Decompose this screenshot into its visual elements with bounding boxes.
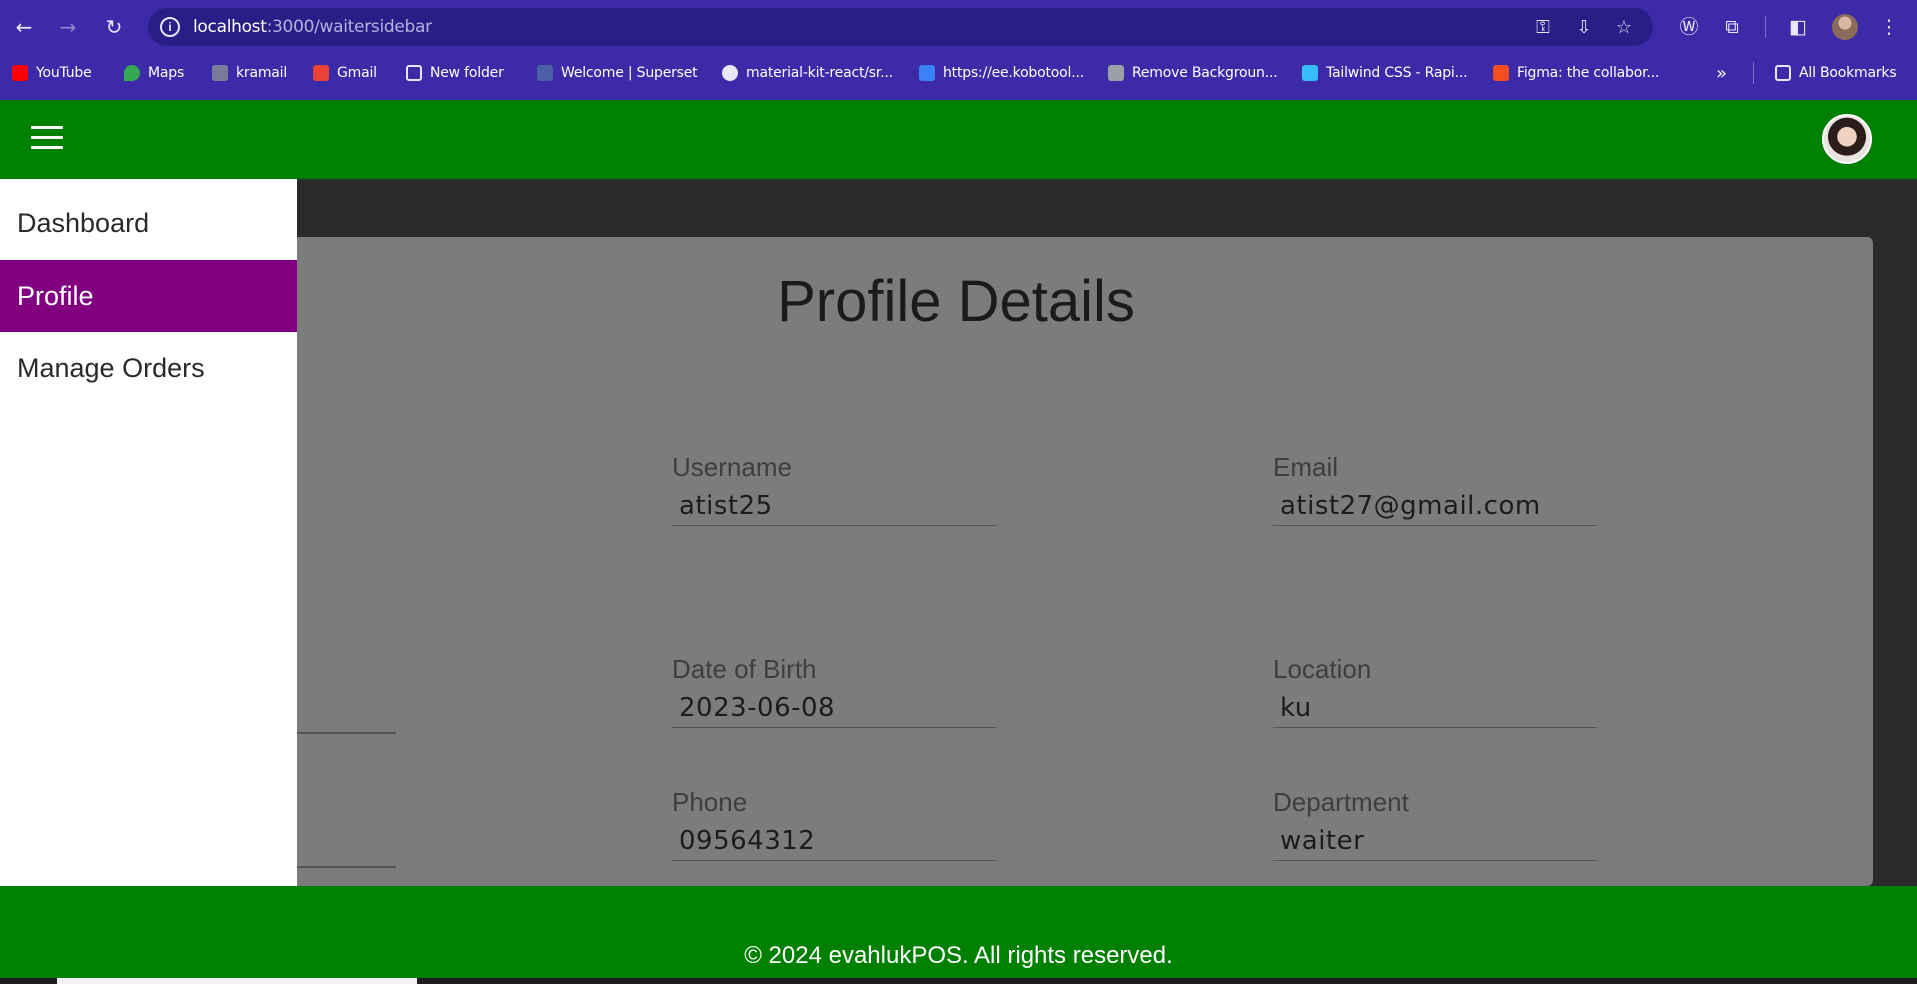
forward-icon[interactable]: → [54, 13, 82, 41]
profile-card: Profile Details Username atist25 Email a… [200, 237, 1873, 886]
bookmark-tailwind[interactable]: Tailwind CSS - Rapi... [1302, 62, 1468, 84]
dob-value[interactable]: 2023-06-08 [672, 690, 996, 728]
sidebar-item-profile[interactable]: Profile [0, 260, 297, 332]
app-footer: © 2024 evahlukPOS. All rights reserved. [0, 886, 1917, 978]
browser-menu-icon[interactable]: ⋮ [1875, 13, 1903, 41]
side-panel-icon[interactable]: ◧ [1784, 13, 1812, 41]
menu-hamburger-icon[interactable] [31, 126, 63, 152]
phone-field: Phone 09564312 [672, 787, 996, 861]
bottom-strip-highlight [57, 978, 417, 984]
youtube-icon [12, 65, 28, 81]
github-icon [722, 65, 738, 81]
extension-w-icon[interactable]: Ⓦ [1675, 13, 1703, 41]
department-label: Department [1273, 787, 1409, 817]
bookmarks-bar: YouTube Maps kramail Gmail New folder We… [0, 58, 1917, 88]
more-bookmarks-chevron-icon[interactable]: » [1716, 62, 1727, 84]
browser-toolbar: ← → ↻ i localhost:3000/waitersidebar ⚿ ⇩… [0, 0, 1917, 54]
maps-icon [124, 65, 140, 81]
bookmark-material-kit[interactable]: material-kit-react/sr... [722, 62, 893, 84]
browser-chrome: ← → ↻ i localhost:3000/waitersidebar ⚿ ⇩… [0, 0, 1917, 100]
bookmark-gmail[interactable]: Gmail [313, 62, 377, 84]
browser-profile-avatar[interactable] [1832, 14, 1858, 40]
toolbar-divider [1765, 16, 1766, 38]
location-field: Location ku [1273, 654, 1597, 728]
sidebar-item-dashboard[interactable]: Dashboard [0, 187, 297, 259]
tailwind-icon [1302, 65, 1318, 81]
field-underline-partial [296, 866, 396, 868]
sidebar-drawer: Dashboard Profile Manage Orders [0, 179, 297, 886]
location-value[interactable]: ku [1273, 690, 1597, 728]
page-title: Profile Details [777, 269, 1135, 334]
back-icon[interactable]: ← [10, 13, 38, 41]
bookmark-kramail[interactable]: kramail [212, 62, 287, 84]
department-value[interactable]: waiter [1273, 823, 1597, 861]
phone-value[interactable]: 09564312 [672, 823, 996, 861]
remove-bg-icon [1108, 65, 1124, 81]
sidebar-item-manage-orders[interactable]: Manage Orders [0, 332, 297, 404]
folder-icon [1775, 65, 1791, 81]
email-field: Email atist27@gmail.com [1273, 452, 1597, 526]
department-field: Department waiter [1273, 787, 1597, 861]
bookmarks-divider [1753, 62, 1754, 84]
gmail-icon [313, 65, 329, 81]
all-bookmarks[interactable]: All Bookmarks [1775, 62, 1897, 84]
bookmark-new-folder[interactable]: New folder [406, 62, 504, 84]
app-header [0, 100, 1917, 179]
bookmark-youtube[interactable]: YouTube [12, 62, 92, 84]
password-key-icon[interactable]: ⚿ [1530, 15, 1556, 41]
email-value[interactable]: atist27@gmail.com [1273, 488, 1597, 526]
kobotoolbox-icon [919, 65, 935, 81]
bookmark-superset[interactable]: Welcome | Superset [537, 62, 698, 84]
bookmark-star-icon[interactable]: ☆ [1611, 15, 1637, 41]
bookmark-remove-background[interactable]: Remove Backgroun... [1108, 62, 1278, 84]
dob-field: Date of Birth 2023-06-08 [672, 654, 996, 728]
figma-icon [1493, 65, 1509, 81]
url-text[interactable]: localhost:3000/waitersidebar [193, 17, 432, 37]
mail-icon [212, 65, 228, 81]
reload-icon[interactable]: ↻ [100, 13, 128, 41]
email-label: Email [1273, 452, 1339, 482]
bookmark-figma[interactable]: Figma: the collabor... [1493, 62, 1659, 84]
superset-icon [537, 65, 553, 81]
install-app-icon[interactable]: ⇩ [1571, 15, 1597, 41]
extensions-puzzle-icon[interactable]: ⧉ [1718, 13, 1746, 41]
bottom-strip [0, 978, 1917, 984]
username-value[interactable]: atist25 [672, 488, 996, 526]
dob-label: Date of Birth [672, 654, 817, 684]
phone-label: Phone [672, 787, 748, 817]
username-field: Username atist25 [672, 452, 996, 526]
site-info-icon[interactable]: i [160, 17, 180, 37]
bookmark-maps[interactable]: Maps [124, 62, 184, 84]
bookmark-kobotoolbox[interactable]: https://ee.kobotool... [919, 62, 1084, 84]
field-underline-partial [296, 732, 396, 734]
address-bar[interactable]: i localhost:3000/waitersidebar ⚿ ⇩ ☆ [148, 8, 1653, 46]
footer-copyright: © 2024 evahlukPOS. All rights reserved. [744, 942, 1173, 969]
user-avatar[interactable] [1822, 114, 1872, 164]
username-label: Username [672, 452, 792, 482]
location-label: Location [1273, 654, 1372, 684]
folder-icon [406, 65, 422, 81]
